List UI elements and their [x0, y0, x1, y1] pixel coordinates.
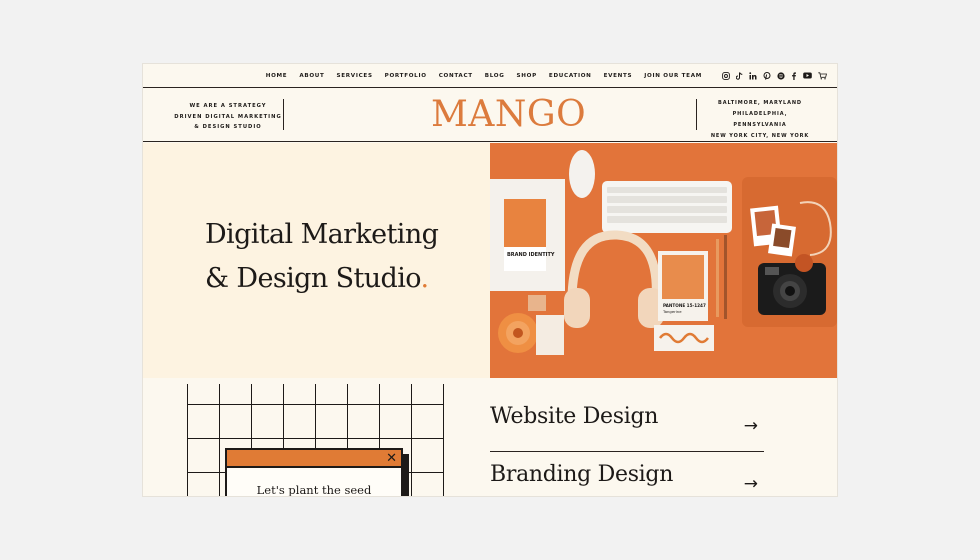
- logo-wordmark: MANGO: [431, 94, 587, 135]
- service-link-branding-design[interactable]: Branding Design →: [490, 462, 766, 496]
- flower-small: [795, 254, 813, 272]
- linkedin-icon[interactable]: [749, 71, 757, 80]
- social-icons: [722, 71, 827, 80]
- flatlay-illustration: BRAND IDENTITY PANTONE 15-1247 Tangerine: [490, 143, 837, 378]
- service-name: Website Design: [490, 404, 659, 429]
- nav-link-events[interactable]: EVENTS: [604, 73, 633, 79]
- pencil: [724, 235, 727, 319]
- studio-locations: BALTIMORE, MARYLAND PHILADELPHIA, PENNSY…: [705, 98, 815, 142]
- spotify-icon[interactable]: [777, 71, 785, 80]
- site-header: WE ARE A STRATEGY DRIVEN DIGITAL MARKETI…: [143, 89, 837, 142]
- mango-logo[interactable]: MANGO: [431, 94, 587, 139]
- header-divider-right: [696, 99, 697, 130]
- pinterest-icon[interactable]: [763, 71, 771, 80]
- popup-title-bar: ✕: [227, 450, 401, 468]
- pantone-color-name: Tangerine: [662, 309, 682, 314]
- nav-link-shop[interactable]: SHOP: [517, 73, 537, 79]
- nav-link-education[interactable]: EDUCATION: [549, 73, 592, 79]
- location-baltimore: BALTIMORE, MARYLAND: [718, 100, 802, 106]
- arrow-right-icon: →: [743, 416, 758, 436]
- arrow-right-icon: →: [743, 474, 758, 494]
- hero-text-panel: Digital Marketing & Design Studio.: [143, 143, 490, 378]
- hero-title-line2: & Design Studio.: [205, 257, 438, 301]
- tiktok-icon[interactable]: [736, 71, 743, 80]
- nav-link-blog[interactable]: BLOG: [485, 73, 505, 79]
- service-name: Branding Design: [490, 462, 674, 487]
- brand-identity-notebook: BRAND IDENTITY: [490, 179, 565, 291]
- flower: [498, 313, 538, 353]
- service-link-website-design[interactable]: Website Design →: [490, 404, 766, 452]
- keyboard: [602, 181, 732, 233]
- pencil: [716, 239, 719, 317]
- nav-link-home[interactable]: HOME: [266, 73, 288, 79]
- computer-mouse: [569, 150, 595, 198]
- youtube-icon[interactable]: [803, 72, 812, 79]
- newsletter-popup-window: ✕ Let's plant the seed: [225, 448, 403, 496]
- studio-tagline: WE ARE A STRATEGY DRIVEN DIGITAL MARKETI…: [171, 101, 285, 133]
- tagline-line: WE ARE A STRATEGY: [189, 103, 267, 109]
- tagline-line: DRIVEN DIGITAL MARKETING: [174, 113, 282, 120]
- popup-text: Let's plant the seed: [256, 483, 372, 496]
- sticky-note: [528, 295, 546, 311]
- brand-card-label: BRAND IDENTITY: [507, 252, 555, 258]
- paper-card: [536, 315, 564, 355]
- nav-links: HOME ABOUT SERVICES PORTFOLIO CONTACT BL…: [260, 73, 708, 79]
- hero-title: Digital Marketing & Design Studio.: [205, 213, 439, 301]
- pantone-code: PANTONE 15-1247: [663, 303, 706, 308]
- pantone-swatch: PANTONE 15-1247 Tangerine: [658, 251, 708, 321]
- wavy-card: [654, 325, 714, 351]
- hero-title-dot: .: [420, 263, 429, 294]
- close-icon[interactable]: ✕: [386, 450, 397, 467]
- location-new-york: NEW YORK CITY, NEW YORK: [710, 133, 810, 139]
- tagline-line: & DESIGN STUDIO: [194, 124, 262, 130]
- nav-link-about[interactable]: ABOUT: [299, 73, 324, 79]
- hero-title-line2-text: & Design Studio: [205, 263, 421, 294]
- facebook-icon[interactable]: [791, 71, 797, 80]
- cart-icon[interactable]: [818, 71, 827, 80]
- nav-link-contact[interactable]: CONTACT: [439, 73, 473, 79]
- location-philadelphia: PHILADELPHIA, PENNSYLVANIA: [732, 111, 788, 128]
- instant-camera: [758, 263, 826, 315]
- top-navigation: HOME ABOUT SERVICES PORTFOLIO CONTACT BL…: [143, 64, 837, 88]
- nav-link-services[interactable]: SERVICES: [337, 73, 373, 79]
- service-divider: [490, 451, 764, 452]
- instagram-icon[interactable]: [722, 71, 730, 80]
- website-page: HOME ABOUT SERVICES PORTFOLIO CONTACT BL…: [143, 64, 837, 496]
- nav-link-portfolio[interactable]: PORTFOLIO: [385, 73, 427, 79]
- nav-link-join-our-team[interactable]: JOIN OUR TEAM: [644, 73, 702, 79]
- hero-title-line1: Digital Marketing: [205, 219, 439, 250]
- hero-flatlay-photo: BRAND IDENTITY PANTONE 15-1247 Tangerine: [490, 143, 837, 378]
- header-divider-left: [283, 99, 284, 130]
